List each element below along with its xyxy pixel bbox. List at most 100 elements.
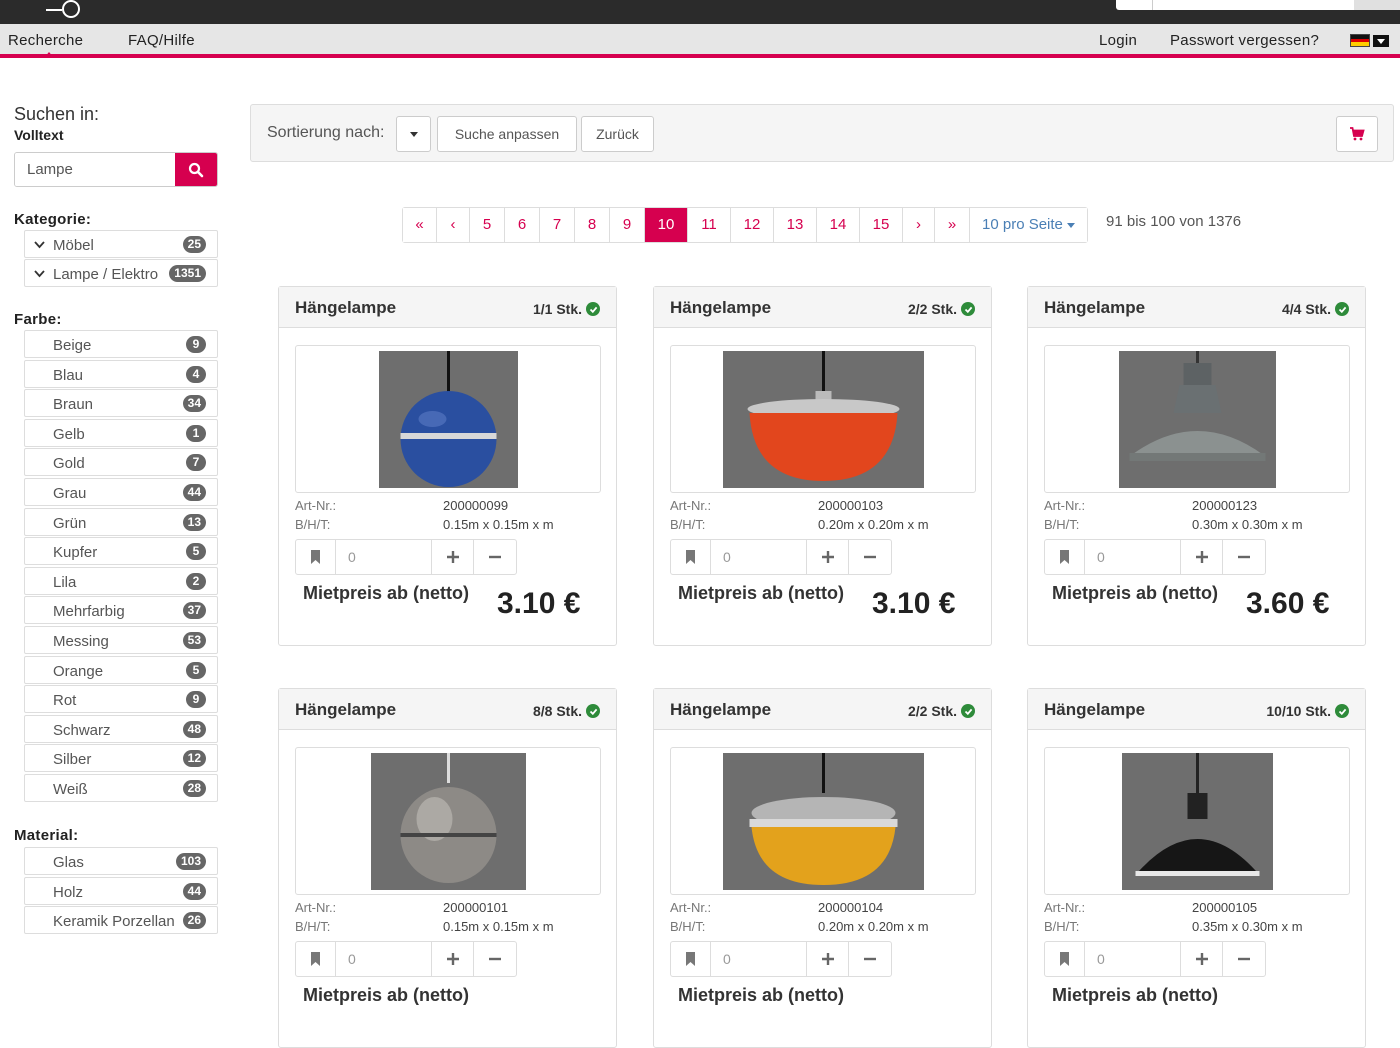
product-title[interactable]: Hängelampe [670, 298, 771, 318]
increase-button[interactable] [432, 942, 474, 976]
color-filter-item[interactable]: Kupfer 5 [24, 537, 218, 566]
product-title[interactable]: Hängelampe [1044, 298, 1145, 318]
page-11[interactable]: 11 [688, 208, 731, 242]
product-image-frame[interactable] [670, 747, 976, 895]
page-next[interactable]: › [903, 208, 935, 242]
bookmark-button[interactable] [671, 942, 711, 976]
product-photo[interactable] [722, 351, 924, 488]
color-filter-item[interactable]: Blau 4 [24, 359, 218, 388]
color-filter-item[interactable]: Grau 44 [24, 478, 218, 506]
forgot-password-link[interactable]: Passwort vergessen? [1170, 32, 1319, 49]
material-filter-item[interactable]: Holz 44 [24, 876, 218, 905]
product-title[interactable]: Hängelampe [295, 298, 396, 318]
adjust-search-button[interactable]: Suche anpassen [437, 116, 577, 152]
page-prev[interactable]: ‹ [437, 208, 470, 242]
page-15[interactable]: 15 [860, 208, 903, 242]
search-button[interactable] [175, 153, 217, 186]
category-filter-item[interactable]: Lampe / Elektro 1351 [24, 259, 218, 287]
category-filter-item[interactable]: Möbel 25 [24, 230, 218, 258]
decrease-button[interactable] [1223, 540, 1265, 574]
color-filter-item[interactable]: Rot 9 [24, 685, 218, 714]
quantity-input[interactable] [711, 540, 807, 574]
quantity-input[interactable] [336, 540, 432, 574]
increase-button[interactable] [807, 942, 849, 976]
nav-recherche[interactable]: Recherche [8, 32, 83, 49]
product-photo[interactable] [1121, 753, 1273, 890]
color-filter-item[interactable]: Gold 7 [24, 448, 218, 477]
product-image-frame[interactable] [1044, 345, 1350, 493]
color-filter-item[interactable]: Weiß 28 [24, 774, 218, 802]
material-filter-item[interactable]: Keramik Porzellan 26 [24, 906, 218, 935]
art-nr-label: Art-Nr.: [1044, 900, 1086, 915]
cart-button[interactable] [1336, 116, 1378, 152]
page-last[interactable]: » [935, 208, 970, 242]
fulltext-search-input[interactable] [15, 153, 177, 186]
bookmark-button[interactable] [1045, 540, 1085, 574]
product-title[interactable]: Hängelampe [670, 700, 771, 720]
decrease-button[interactable] [849, 942, 891, 976]
page-8[interactable]: 8 [575, 208, 610, 242]
page-5[interactable]: 5 [470, 208, 505, 242]
page-9[interactable]: 9 [610, 208, 645, 242]
quantity-input[interactable] [711, 942, 807, 976]
increase-button[interactable] [1181, 942, 1223, 976]
decrease-button[interactable] [1223, 942, 1265, 976]
product-image-frame[interactable] [295, 345, 601, 493]
page-first[interactable]: « [403, 208, 437, 242]
product-title[interactable]: Hängelampe [295, 700, 396, 720]
color-filter-item[interactable]: Lila 2 [24, 566, 218, 595]
bookmark-button[interactable] [1045, 942, 1085, 976]
top-search-button[interactable] [1354, 0, 1400, 10]
color-filter-item[interactable]: Orange 5 [24, 655, 218, 684]
quantity-input[interactable] [1085, 540, 1181, 574]
color-filter-item[interactable]: Gelb 1 [24, 418, 218, 447]
stock-count: 1/1 Stk. [532, 301, 582, 317]
page-13[interactable]: 13 [774, 208, 817, 242]
page-6[interactable]: 6 [505, 208, 540, 242]
color-filter-item[interactable]: Braun 34 [24, 389, 218, 418]
german-flag-icon[interactable] [1350, 34, 1370, 47]
rental-price-label: Mietpreis ab (netto) [678, 583, 845, 603]
bookmark-button[interactable] [296, 942, 336, 976]
count-badge: 2 [186, 572, 206, 590]
color-filter-item[interactable]: Messing 53 [24, 626, 218, 654]
language-dropdown-icon[interactable] [1373, 35, 1389, 47]
color-filter-item[interactable]: Schwarz 48 [24, 714, 218, 743]
product-photo[interactable] [370, 753, 526, 890]
art-nr-label: Art-Nr.: [295, 900, 337, 915]
page-14[interactable]: 14 [817, 208, 860, 242]
increase-button[interactable] [1181, 540, 1223, 574]
product-title[interactable]: Hängelampe [1044, 700, 1145, 720]
product-photo[interactable] [1118, 351, 1276, 488]
product-image-frame[interactable] [1044, 747, 1350, 895]
material-filter-item[interactable]: Glas 103 [24, 847, 218, 875]
product-image-frame[interactable] [295, 747, 601, 895]
plus-icon [1195, 953, 1208, 965]
logo-icon[interactable] [44, 0, 84, 20]
product-photo[interactable] [378, 351, 518, 488]
quantity-input[interactable] [336, 942, 432, 976]
increase-button[interactable] [432, 540, 474, 574]
color-filter-item[interactable]: Beige 9 [24, 330, 218, 358]
quantity-input[interactable] [1085, 942, 1181, 976]
page-12[interactable]: 12 [731, 208, 774, 242]
decrease-button[interactable] [474, 540, 516, 574]
top-search-field[interactable] [1116, 0, 1400, 10]
bookmark-button[interactable] [296, 540, 336, 574]
login-link[interactable]: Login [1099, 32, 1137, 49]
product-photo[interactable] [722, 753, 924, 890]
per-page-dropdown[interactable]: 10 pro Seite [970, 208, 1088, 242]
color-filter-item[interactable]: Silber 12 [24, 744, 218, 773]
color-filter-item[interactable]: Grün 13 [24, 507, 218, 536]
sort-dropdown[interactable] [396, 116, 431, 152]
decrease-button[interactable] [849, 540, 891, 574]
nav-faq[interactable]: FAQ/Hilfe [128, 32, 195, 49]
product-image-frame[interactable] [670, 345, 976, 493]
page-10[interactable]: 10 [645, 208, 688, 242]
bookmark-button[interactable] [671, 540, 711, 574]
decrease-button[interactable] [474, 942, 516, 976]
back-button[interactable]: Zurück [581, 116, 654, 152]
increase-button[interactable] [807, 540, 849, 574]
color-filter-item[interactable]: Mehrfarbig 37 [24, 596, 218, 625]
page-7[interactable]: 7 [540, 208, 575, 242]
